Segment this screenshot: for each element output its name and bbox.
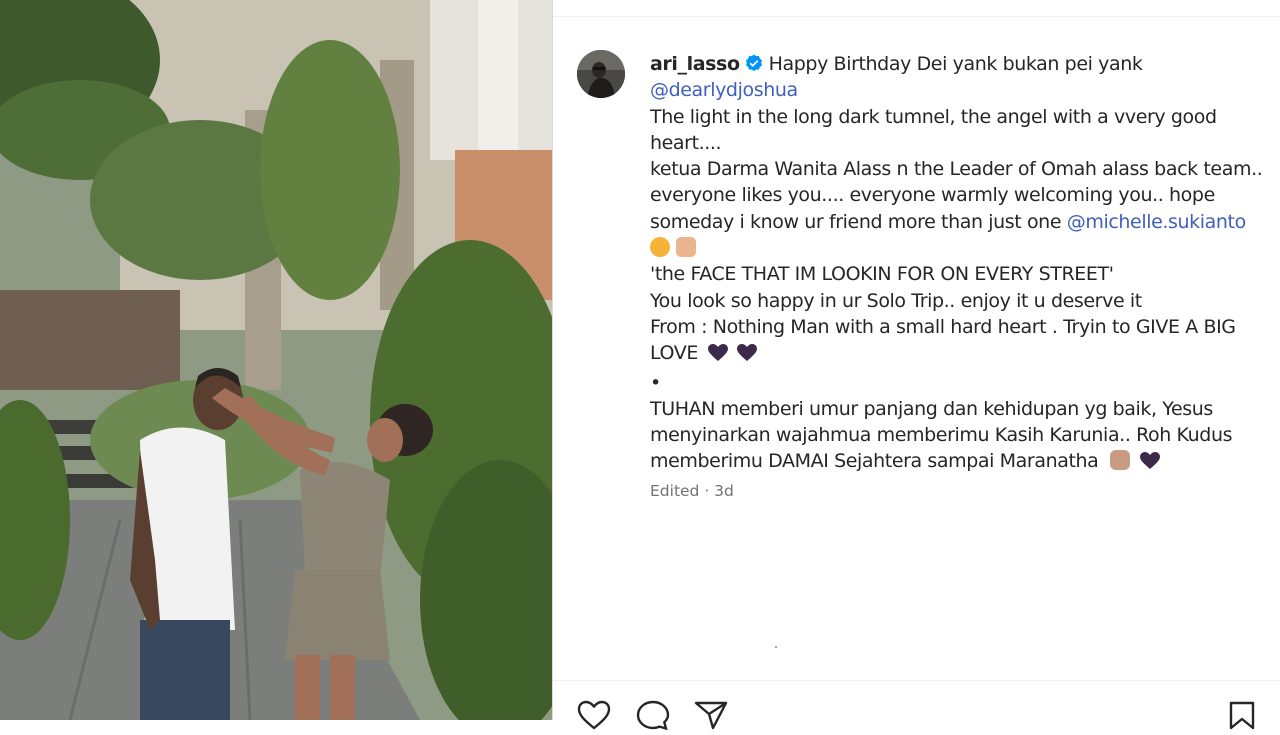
caption-line-16: memberimu DAMAI Sejahtera sampai Maranat… xyxy=(650,448,1260,477)
avatar[interactable] xyxy=(577,50,625,98)
caption-text-1: Happy Birthday Dei yank bukan pei yank xyxy=(768,53,1143,75)
caption-line-1: ari_lasso Happy Birthday Dei yank bukan p… xyxy=(650,51,1260,77)
caption-text-12: LOVE xyxy=(650,342,698,365)
caption-line-9: 'the FACE THAT IM LOOKIN FOR ON EVERY ST… xyxy=(650,263,1114,286)
caption-text-7: someday i know ur friend more than just … xyxy=(650,210,1067,233)
caption-line-15: menyinarkan wajahmua memberimu Kasih Kar… xyxy=(650,424,1233,447)
black-heart-emoji-icon xyxy=(1140,451,1161,477)
actions-divider xyxy=(553,680,1280,681)
post-photo-graphic xyxy=(0,0,552,720)
caption-line-4: heart.... xyxy=(650,131,722,154)
praying-hands-emoji-icon xyxy=(1110,450,1131,471)
save-button[interactable] xyxy=(1227,700,1257,735)
caption-emoji-line xyxy=(650,235,1260,261)
paper-plane-icon xyxy=(694,701,728,730)
caption-line-10: You look so happy in ur Solo Trip.. enjo… xyxy=(650,289,1142,312)
mention-link-dearlydjoshua[interactable]: @dearlydjoshua xyxy=(650,77,1260,103)
caption-line-6: everyone likes you.... everyone warmly w… xyxy=(650,184,1215,207)
caption-line-11: From : Nothing Man with a small hard hea… xyxy=(650,315,1236,338)
tongue-face-emoji-icon xyxy=(650,237,670,258)
caption-line-3: The light in the long dark tumnel, the a… xyxy=(650,105,1217,128)
post-meta: Edited · 3d xyxy=(650,482,734,500)
username-link[interactable]: ari_lasso xyxy=(650,53,740,75)
heart-outline-icon xyxy=(577,700,611,730)
caption-bullet: • xyxy=(650,371,661,394)
fist-emoji-icon xyxy=(676,237,696,258)
avatar-image xyxy=(577,50,625,98)
caption-text-16: memberimu DAMAI Sejahtera sampai Maranat… xyxy=(650,450,1099,473)
black-heart-emoji-icon xyxy=(707,343,728,369)
caption-line-5: ketua Darma Wanita Alass n the Leader of… xyxy=(650,158,1263,181)
post-detail-pane: ari_lasso Happy Birthday Dei yank bukan p… xyxy=(553,0,1280,731)
black-heart-emoji-icon xyxy=(737,343,758,369)
caption-line-14: TUHAN memberi umur panjang dan kehidupan… xyxy=(650,397,1213,420)
post-photo[interactable] xyxy=(0,0,552,720)
comment-bubble-icon xyxy=(636,700,670,731)
share-button[interactable] xyxy=(694,700,728,735)
mention-link-michelle-sukianto[interactable]: @michelle.sukianto xyxy=(1067,211,1246,233)
caption-line-12: LOVE xyxy=(650,340,1260,369)
caption-line-7: someday i know ur friend more than just … xyxy=(650,209,1260,235)
like-button[interactable] xyxy=(577,700,611,735)
post-caption: ari_lasso Happy Birthday Dei yank bukan p… xyxy=(650,51,1263,478)
verified-badge-icon xyxy=(745,53,763,72)
comment-button[interactable] xyxy=(636,700,670,735)
bookmark-icon xyxy=(1229,701,1255,730)
scroll-dot xyxy=(775,646,777,648)
header-divider xyxy=(553,16,1280,17)
